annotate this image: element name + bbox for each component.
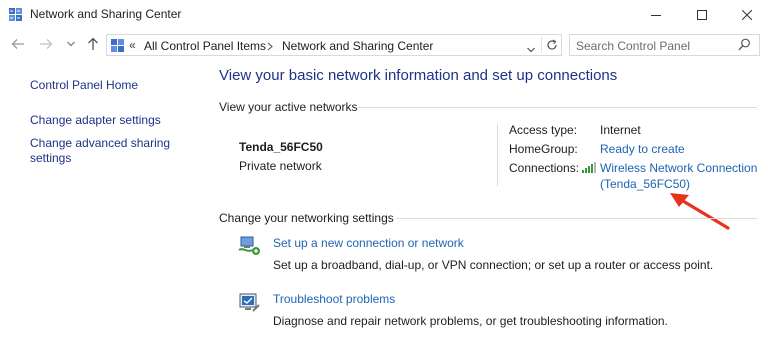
search-input[interactable] — [576, 38, 736, 53]
page-title: View your basic network information and … — [219, 67, 618, 84]
refresh-icon — [546, 39, 557, 50]
troubleshoot-problems-description: Diagnose and repair network problems, or… — [273, 314, 668, 328]
breadcrumb-overflow[interactable]: « — [129, 38, 136, 52]
homegroup-link[interactable]: Ready to create — [600, 142, 685, 156]
troubleshoot-icon[interactable] — [237, 291, 263, 315]
address-dropdown-icon[interactable] — [527, 42, 535, 56]
network-details-divider — [497, 124, 498, 186]
arrow-up-icon — [88, 37, 98, 50]
minimize-button[interactable] — [633, 0, 679, 29]
chevron-down-icon — [67, 41, 75, 47]
title-bar: Network and Sharing Center — [0, 0, 768, 29]
sidebar-item-control-panel-home[interactable]: Control Panel Home — [30, 78, 138, 93]
maximize-button[interactable] — [679, 0, 725, 29]
access-type-value: Internet — [600, 123, 641, 137]
wifi-signal-icon — [582, 162, 596, 176]
arrow-right-icon — [40, 39, 53, 49]
address-bar: « All Control Panel Items Network and Sh… — [0, 29, 768, 60]
network-sharing-app-icon — [8, 7, 24, 22]
close-icon — [741, 9, 752, 20]
back-button[interactable] — [8, 35, 28, 53]
troubleshoot-problems-link[interactable]: Troubleshoot problems — [273, 292, 395, 306]
section-divider — [396, 218, 757, 219]
control-panel-icon — [110, 37, 126, 53]
active-networks-heading: View your active networks — [219, 100, 358, 114]
wireless-connection-ssid-link[interactable]: (Tenda_56FC50) — [600, 177, 690, 191]
access-type-label: Access type: — [509, 123, 578, 137]
refresh-button[interactable] — [541, 37, 561, 53]
section-divider — [358, 107, 757, 108]
maximize-icon — [697, 9, 707, 20]
search-icon[interactable] — [738, 38, 751, 54]
network-name: Tenda_56FC50 — [239, 140, 323, 154]
network-setup-icon[interactable] — [237, 234, 263, 258]
breadcrumb-item-all-control-panel-items[interactable]: All Control Panel Items — [144, 39, 266, 53]
minimize-icon — [651, 14, 661, 16]
setup-new-connection-link[interactable]: Set up a new connection or network — [273, 236, 464, 250]
sidebar-item-change-adapter-settings[interactable]: Change adapter settings — [30, 113, 161, 128]
sidebar-item-change-advanced-sharing-settings[interactable]: Change advanced sharing settings — [30, 136, 180, 166]
network-type: Private network — [239, 159, 322, 173]
annotation-arrow-icon — [668, 190, 732, 235]
breadcrumb-item-network-and-sharing-center[interactable]: Network and Sharing Center — [282, 39, 433, 53]
search-box[interactable] — [569, 34, 760, 56]
wireless-connection-link[interactable]: Wireless Network Connection — [600, 161, 757, 175]
left-task-pane: Control Panel Home Change adapter settin… — [0, 60, 205, 340]
chevron-right-icon[interactable] — [267, 40, 273, 54]
up-button[interactable] — [84, 35, 102, 53]
close-button[interactable] — [725, 0, 768, 29]
connections-label: Connections: — [509, 161, 580, 175]
homegroup-label: HomeGroup: — [509, 142, 578, 156]
window-title: Network and Sharing Center — [30, 7, 182, 21]
breadcrumb[interactable]: « All Control Panel Items Network and Sh… — [106, 34, 562, 56]
arrow-left-icon — [11, 39, 24, 49]
networking-settings-heading: Change your networking settings — [219, 211, 394, 225]
recent-locations-button[interactable] — [64, 35, 78, 53]
setup-new-connection-description: Set up a broadband, dial-up, or VPN conn… — [273, 258, 714, 272]
forward-button[interactable] — [36, 35, 56, 53]
